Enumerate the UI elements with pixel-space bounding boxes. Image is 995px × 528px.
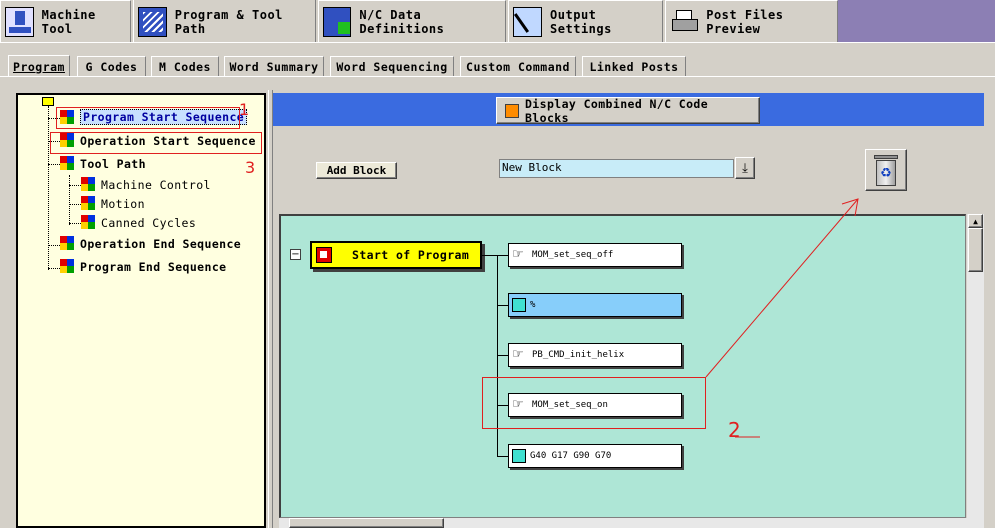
annotation-label-2: 2 — [728, 418, 741, 442]
annotation-arrow — [705, 198, 859, 438]
